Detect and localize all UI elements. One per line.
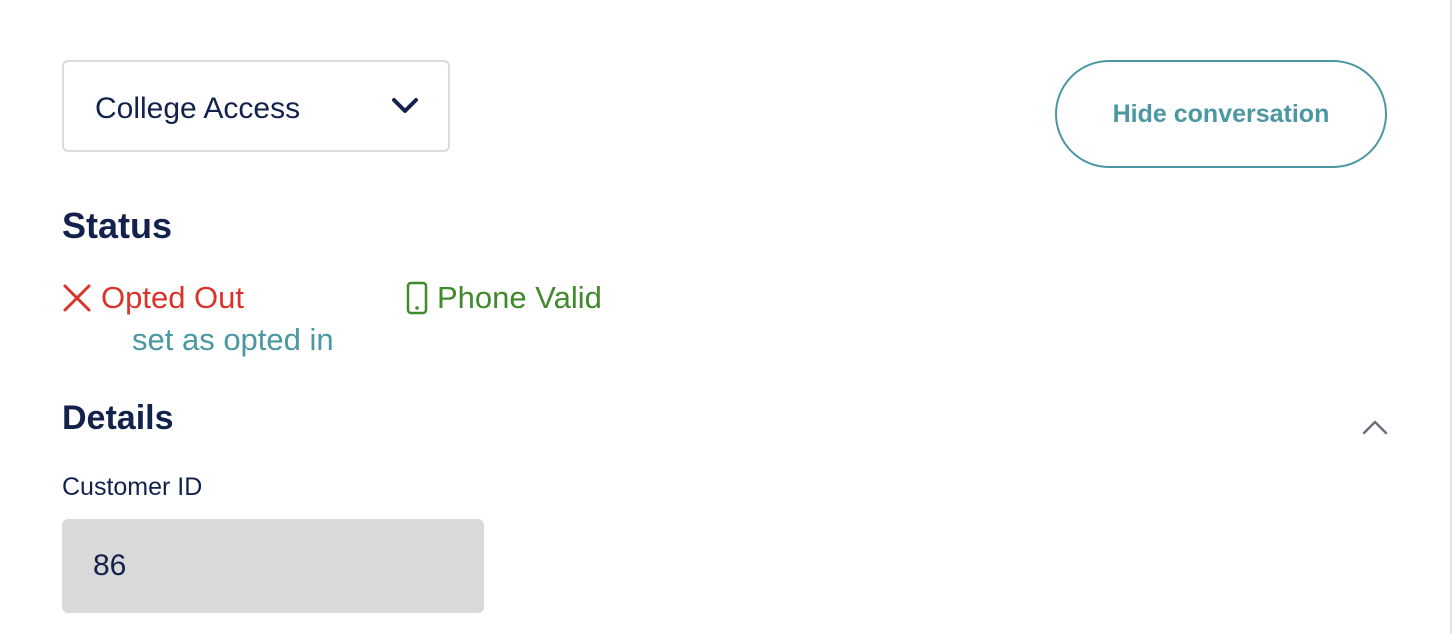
opted-out-status: Opted Out <box>62 280 244 316</box>
status-heading: Status <box>62 205 173 246</box>
phone-valid-status: Phone Valid <box>406 280 602 316</box>
customer-id-value: 86 <box>93 549 127 582</box>
hide-conversation-button[interactable]: Hide conversation <box>1055 60 1387 168</box>
set-opted-in-link[interactable]: set as opted in <box>132 322 334 358</box>
customer-id-label: Customer ID <box>62 473 203 501</box>
chevron-down-icon <box>392 98 418 113</box>
chevron-up-icon[interactable] <box>1360 416 1390 438</box>
opted-out-label: Opted Out <box>101 280 245 315</box>
x-icon <box>63 284 91 312</box>
customer-id-field[interactable]: 86 <box>62 519 484 613</box>
program-select-value: College Access <box>95 92 301 125</box>
phone-icon <box>406 281 428 315</box>
details-heading: Details <box>62 399 174 437</box>
phone-valid-label: Phone Valid <box>437 280 602 315</box>
program-select[interactable]: College Access <box>62 60 450 152</box>
